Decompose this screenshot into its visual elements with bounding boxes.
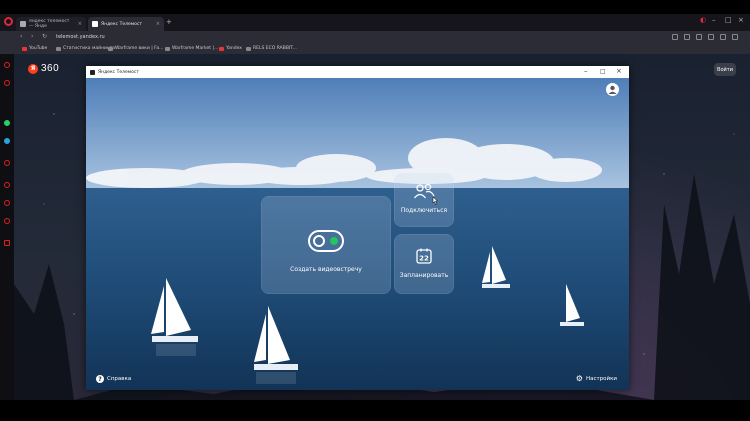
window-title: Яндекс Телемост <box>98 69 139 75</box>
box-icon[interactable] <box>4 240 10 246</box>
schedule-meeting-label: Запланировать <box>399 272 449 279</box>
join-meeting-label: Подключиться <box>400 207 448 214</box>
youtube-icon <box>22 46 27 51</box>
desktop-screen: яндекс телемост — Янде × Яндекс Телемост… <box>0 14 750 400</box>
tab-favicon-icon <box>92 21 98 27</box>
bookmark-icon[interactable] <box>708 34 714 40</box>
tab-telemost[interactable]: Яндекс Телемост × <box>88 17 164 31</box>
telemost-title-bar: Яндекс Телемост – □ × <box>86 66 629 78</box>
mouse-cursor-icon <box>432 196 439 206</box>
maximize-icon[interactable]: □ <box>725 16 732 24</box>
video-toggle-icon <box>308 230 344 252</box>
yandex-icon <box>219 46 224 51</box>
close-window-icon[interactable]: × <box>738 16 744 24</box>
snapshot-icon[interactable] <box>672 34 678 40</box>
bookmark-item[interactable]: Warframe вики | Fa... <box>108 46 163 51</box>
whatsapp-icon[interactable] <box>4 120 10 126</box>
close-tab-icon[interactable]: × <box>156 21 160 27</box>
bookmark-item[interactable]: RELS ECO RABBIT... <box>246 46 297 51</box>
user-icon <box>608 85 617 94</box>
chart-icon <box>56 46 61 51</box>
new-tab-icon[interactable]: + <box>166 18 172 26</box>
minimize-icon[interactable]: – <box>712 16 716 24</box>
login-button[interactable]: Войти <box>714 63 736 76</box>
telemost-main: Создать видеовстречу Подключиться 22 Зап… <box>86 78 629 390</box>
settings-label: Настройки <box>585 376 617 382</box>
bookmark-item[interactable]: Warframe Market |... <box>165 46 218 51</box>
tab-label: Яндекс Телемост <box>101 21 142 27</box>
join-meeting-button[interactable]: Подключиться <box>394 173 454 227</box>
player-icon[interactable] <box>4 182 10 188</box>
opera-sidebar <box>0 54 14 400</box>
help-icon: ? <box>96 375 104 383</box>
telegram-icon[interactable] <box>4 138 10 144</box>
instagram-icon[interactable] <box>4 160 10 166</box>
folder-icon <box>246 46 251 51</box>
download-icon[interactable] <box>720 34 726 40</box>
create-meeting-button[interactable]: Создать видеовстречу <box>261 196 391 294</box>
address-bar-row: ‹ › ↻ telemost.yandex.ru <box>0 31 750 44</box>
opera-extension-icon[interactable]: ◐ <box>700 16 706 24</box>
bookmark-item[interactable]: YouTube <box>22 46 47 51</box>
help-link[interactable]: ? Справка <box>96 375 131 383</box>
camera-ring-icon <box>313 235 325 247</box>
yandex-badge: Я <box>28 63 38 74</box>
maximize-icon[interactable]: □ <box>600 68 606 75</box>
help-label: Справка <box>107 376 132 382</box>
yandex-360-logo[interactable]: Я 360 <box>28 63 59 74</box>
status-dot <box>330 237 338 245</box>
bookmark-item[interactable]: Yandex <box>219 46 242 51</box>
user-avatar[interactable] <box>606 83 619 96</box>
forward-icon[interactable]: › <box>31 33 33 40</box>
close-tab-icon[interactable]: × <box>78 21 82 27</box>
easy-setup-icon[interactable] <box>732 34 738 40</box>
schedule-meeting-button[interactable]: 22 Запланировать <box>394 234 454 294</box>
tab-label: яндекс телемост — Янде <box>29 19 70 29</box>
warframe-icon <box>108 46 113 51</box>
reload-icon[interactable]: ↻ <box>42 33 47 40</box>
tab-favicon-icon <box>20 21 26 27</box>
opera-menu-icon[interactable] <box>4 17 13 26</box>
settings-icon[interactable] <box>4 218 10 224</box>
address-input[interactable]: telemost.yandex.ru <box>56 34 105 40</box>
history-icon[interactable] <box>4 200 10 206</box>
twitch-icon[interactable] <box>4 80 10 86</box>
settings-link[interactable]: ⚙ Настройки <box>576 375 617 383</box>
speed-dial-icon[interactable] <box>4 62 10 68</box>
back-icon[interactable]: ‹ <box>20 33 22 40</box>
close-window-icon[interactable]: × <box>616 67 622 75</box>
warframe-icon <box>165 46 170 51</box>
telemost-app-icon <box>90 69 95 75</box>
letterbox-bar <box>0 400 750 421</box>
calendar-icon: 22 <box>416 248 432 264</box>
yandex-360-text: 360 <box>41 63 60 74</box>
minimize-icon[interactable]: – <box>584 67 588 75</box>
wallet-icon[interactable] <box>696 34 702 40</box>
calendar-day: 22 <box>419 255 429 263</box>
gear-icon: ⚙ <box>575 374 583 383</box>
create-meeting-label: Создать видеовстречу <box>290 266 362 273</box>
telemost-window: Яндекс Телемост – □ × Создать видеовстре… <box>86 66 629 390</box>
extensions-icon[interactable] <box>684 34 690 40</box>
browser-tab-bar: яндекс телемост — Янде × Яндекс Телемост… <box>0 14 750 31</box>
tab-yandex-search[interactable]: яндекс телемост — Янде × <box>16 17 86 31</box>
bookmark-item[interactable]: Статистика майнинга <box>56 46 115 51</box>
